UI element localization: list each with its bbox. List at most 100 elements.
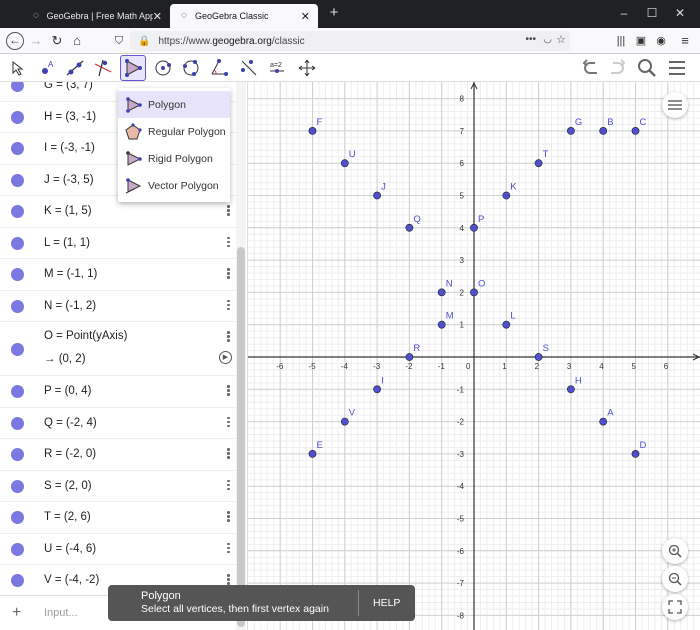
zoom-out-button[interactable]	[662, 566, 688, 592]
more-options-icon[interactable]	[227, 268, 230, 280]
algebra-row[interactable]: Q = (-2, 4)	[0, 408, 236, 439]
visibility-toggle[interactable]	[11, 236, 24, 250]
play-icon[interactable]: ▶	[219, 351, 232, 364]
visibility-toggle[interactable]	[11, 82, 24, 93]
pocket-icon[interactable]: ◡	[543, 34, 552, 45]
undo-button[interactable]	[578, 55, 604, 81]
visibility-toggle[interactable]	[11, 110, 24, 124]
algebra-row[interactable]: R = (-2, 0)	[0, 439, 236, 471]
close-tab-icon[interactable]: ✕	[301, 10, 310, 23]
style-bar-toggle[interactable]	[662, 92, 688, 118]
algebra-definition[interactable]: P = (0, 4)	[44, 385, 91, 397]
scroll-thumb[interactable]	[237, 247, 245, 627]
tab-geogebra-classic[interactable]: ◌ GeoGebra Classic ✕	[170, 4, 318, 28]
url-bar[interactable]: 🔒 https://www. geogebra.org/classic ••• ◡…	[130, 31, 570, 51]
algebra-definition[interactable]: U = (-4, 6)	[44, 543, 96, 555]
more-options-icon[interactable]	[227, 511, 230, 523]
algebra-row[interactable]: P = (0, 4)	[0, 376, 236, 408]
angle-tool[interactable]	[206, 55, 232, 81]
polygon-tool[interactable]	[120, 55, 146, 81]
visibility-toggle[interactable]	[11, 574, 24, 588]
bookmark-star-icon[interactable]: ☆	[556, 33, 566, 46]
reflect-tool[interactable]	[236, 55, 262, 81]
more-options-icon[interactable]	[227, 236, 230, 249]
visibility-toggle[interactable]	[11, 542, 24, 556]
visibility-toggle[interactable]	[11, 268, 24, 282]
menu-item-regular-polygon[interactable]: Regular Polygon	[118, 118, 230, 145]
algebra-definition[interactable]: H = (3, -1)	[44, 111, 96, 123]
line-tool[interactable]	[62, 55, 88, 81]
algebra-row[interactable]: U = (-4, 6)	[0, 534, 236, 565]
more-options-icon[interactable]	[227, 331, 230, 343]
sidebar-icon[interactable]: ▣	[632, 32, 650, 50]
algebra-definition[interactable]: O = Point(yAxis)	[44, 330, 127, 342]
more-options-icon[interactable]	[227, 385, 230, 397]
graphics-canvas[interactable]: -6 -5 -4 -3 -2 -1 0 1 2 3 4 5 6 8 7 6 5 4 3 2 1 -1 -2 -3 -4 -5 -6 -…	[248, 82, 700, 630]
algebra-row[interactable]: T = (2, 6)	[0, 502, 236, 534]
reload-button[interactable]: ↻	[48, 32, 66, 50]
algebra-scrollbar[interactable]	[236, 82, 246, 630]
algebra-row[interactable]: L = (1, 1)	[0, 228, 236, 259]
algebra-definition[interactable]: G = (3, 7)	[44, 82, 93, 91]
back-button[interactable]: ←	[6, 32, 24, 50]
visibility-toggle[interactable]	[11, 511, 24, 525]
circle-tool[interactable]	[150, 55, 176, 81]
algebra-row[interactable]: N = (-1, 2)	[0, 291, 236, 322]
algebra-definition[interactable]: J = (-3, 5)	[44, 174, 94, 186]
algebra-definition[interactable]: N = (-1, 2)	[44, 300, 96, 312]
close-window-button[interactable]: ✕	[666, 4, 694, 22]
help-button[interactable]: HELP	[373, 597, 400, 609]
tab-geogebra-apps[interactable]: ◌ GeoGebra | Free Math Apps - u ✕	[22, 4, 170, 28]
menu-icon[interactable]: ≡	[676, 32, 694, 50]
visibility-toggle[interactable]	[11, 142, 24, 156]
menu-item-rigid-polygon[interactable]: Rigid Polygon	[118, 145, 230, 172]
main-menu-button[interactable]	[664, 55, 690, 81]
move-tool[interactable]	[4, 55, 30, 81]
menu-item-vector-polygon[interactable]: Vector Polygon	[118, 172, 230, 199]
move-graphics-tool[interactable]	[294, 55, 320, 81]
algebra-definition[interactable]: V = (-4, -2)	[44, 574, 99, 586]
home-button[interactable]: ⌂	[68, 32, 86, 50]
fullscreen-button[interactable]	[662, 594, 688, 620]
algebra-definition[interactable]: Q = (-2, 4)	[44, 417, 97, 429]
more-options-icon[interactable]	[227, 299, 230, 312]
algebra-row[interactable]: M = (-1, 1)	[0, 259, 236, 291]
visibility-toggle[interactable]	[11, 205, 24, 219]
more-options-icon[interactable]	[227, 479, 230, 492]
algebra-input-field[interactable]: Input...	[44, 607, 78, 619]
algebra-definition[interactable]: K = (1, 5)	[44, 205, 92, 217]
visibility-toggle[interactable]	[11, 479, 24, 493]
search-button[interactable]	[634, 55, 660, 81]
more-options-icon[interactable]	[227, 416, 230, 429]
visibility-toggle[interactable]	[11, 416, 24, 430]
graphics-view[interactable]: -6 -5 -4 -3 -2 -1 0 1 2 3 4 5 6 8 7 6 5 4 3 2 1 -1 -2 -3 -4 -5 -6 -…	[248, 82, 700, 630]
forward-button[interactable]: →	[27, 32, 45, 50]
maximize-button[interactable]: ☐	[638, 4, 666, 22]
algebra-definition[interactable]: T = (2, 6)	[44, 511, 91, 523]
algebra-definition[interactable]: R = (-2, 0)	[44, 448, 96, 460]
plus-icon[interactable]: +	[12, 604, 21, 622]
more-options-icon[interactable]	[227, 205, 230, 217]
close-tab-icon[interactable]: ✕	[153, 10, 162, 23]
new-tab-button[interactable]: +	[320, 4, 348, 22]
algebra-definition[interactable]: M = (-1, 1)	[44, 268, 97, 280]
shield-icon[interactable]: ⛉	[110, 32, 128, 50]
slider-tool[interactable]: a=2	[264, 55, 290, 81]
redo-button[interactable]	[604, 55, 630, 81]
library-icon[interactable]: |||	[612, 32, 630, 50]
zoom-in-button[interactable]	[662, 538, 688, 564]
visibility-toggle[interactable]	[11, 385, 24, 399]
visibility-toggle[interactable]	[11, 173, 24, 187]
algebra-row[interactable]: S = (2, 0)	[0, 471, 236, 502]
visibility-toggle[interactable]	[11, 448, 24, 462]
more-options-icon[interactable]	[227, 542, 230, 555]
perpendicular-line-tool[interactable]	[90, 55, 116, 81]
circle-3points-tool[interactable]	[178, 55, 204, 81]
point-tool[interactable]: A	[34, 55, 60, 81]
visibility-toggle[interactable]	[11, 299, 24, 313]
menu-item-polygon[interactable]: Polygon	[118, 91, 230, 118]
page-actions-icon[interactable]: •••	[525, 34, 536, 45]
minimize-button[interactable]: –	[610, 4, 638, 22]
algebra-definition[interactable]: L = (1, 1)	[44, 237, 90, 249]
visibility-toggle[interactable]	[11, 342, 24, 356]
